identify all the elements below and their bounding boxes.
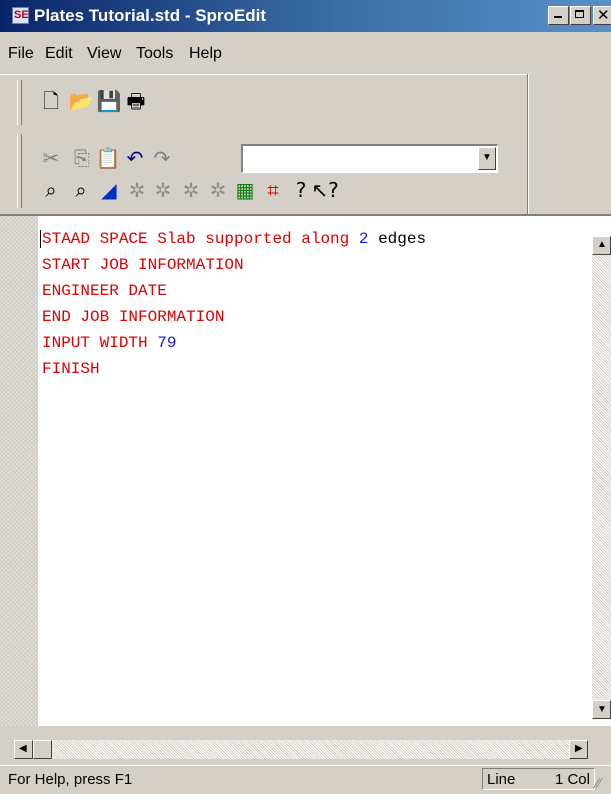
tool-icon-1[interactable]: ✲ [124,176,150,204]
menu-file[interactable]: File [8,44,34,64]
horizontal-scroll-thumb[interactable] [33,740,52,759]
menu-help[interactable]: Help [189,44,222,64]
app-icon[interactable]: SE [12,7,29,24]
app-icon-label: SE [14,9,29,21]
print-icon[interactable]: 🖶 [123,87,149,115]
arrow-up-icon: ▲ [597,239,607,250]
code-token: ENGINEER DATE [42,282,167,300]
save-icon[interactable]: 💾 [96,87,122,115]
code-token: START JOB INFORMATION [42,256,244,274]
tool-icon-3[interactable]: ✲ [178,176,204,204]
code-token: STAAD SPACE Slab supported along [42,230,359,248]
code-line[interactable]: ENGINEER DATE [42,278,426,304]
menu-view[interactable]: View [87,44,121,64]
code-line[interactable]: STAAD SPACE Slab supported along 2 edges [40,226,427,252]
tool-icon-4[interactable]: ✲ [205,176,231,204]
code-line[interactable]: END JOB INFORMATION [42,304,426,330]
window-title: Plates Tutorial.std - SproEdit [34,6,267,25]
code-token: INPUT WIDTH [42,334,158,352]
close-button[interactable]: ✕ [593,6,611,25]
code-line[interactable]: FINISH [42,356,426,382]
redo-icon[interactable]: ↷ [149,144,175,172]
scroll-right-button[interactable]: ▶ [569,740,588,759]
cut-icon[interactable]: ✂ [38,144,64,172]
resize-grip-icon[interactable]: ⁄⁄ [596,775,601,791]
paste-icon[interactable]: 📋 [95,144,121,172]
scroll-down-button[interactable]: ▼ [592,700,611,719]
grid-icon[interactable]: ⌗ [260,176,286,204]
menu-edit[interactable]: Edit [45,44,73,64]
arrow-right-icon: ▶ [575,743,583,754]
code-token: 79 [157,334,177,352]
undo-icon[interactable]: ↶ [122,144,148,172]
minimize-icon [554,16,562,18]
scroll-left-button[interactable]: ◀ [14,740,33,759]
arrow-down-icon: ▼ [597,704,607,715]
find-next-icon[interactable]: ⌕ [68,176,94,204]
status-col-label: 1 Col [554,771,590,788]
vertical-scroll-track[interactable] [592,247,611,700]
toolbar-grip[interactable] [17,134,22,208]
toolbar-grip[interactable] [17,80,22,125]
combo-dropdown-button[interactable]: ▼ [478,147,496,170]
toolbar-empty-area [527,74,611,214]
calculator-icon[interactable]: ▦ [232,176,258,204]
horizontal-scroll-track[interactable] [52,740,588,759]
copy-icon[interactable]: ⎘ [69,144,95,172]
code-line[interactable]: START JOB INFORMATION [42,252,426,278]
scroll-up-button[interactable]: ▲ [592,236,611,255]
status-line-label: Line [487,771,516,788]
menu-tools[interactable]: Tools [136,44,173,64]
open-folder-icon[interactable]: 📂 [68,87,94,115]
find-combo-box[interactable]: ▼ [241,144,498,173]
tool-icon-2[interactable]: ✲ [150,176,176,204]
bookmark-icon[interactable]: ◢ [96,176,122,204]
chevron-down-icon: ▼ [482,152,492,163]
editor-gutter[interactable] [0,216,38,726]
find-icon[interactable]: ⌕ [38,176,64,204]
maximize-button[interactable] [570,6,591,25]
code-content[interactable]: STAAD SPACE Slab supported along 2 edges… [40,226,427,382]
code-token: edges [368,230,427,248]
new-file-icon[interactable]: 🗋 [38,87,64,115]
close-icon: ✕ [597,6,610,24]
status-help-text: For Help, press F1 [8,771,133,788]
code-token: FINISH [42,360,100,378]
code-line[interactable]: INPUT WIDTH 79 [42,330,426,356]
maximize-icon [575,10,584,18]
minimize-button[interactable] [548,6,569,25]
status-position-pane: Line 1 Col [482,768,595,790]
arrow-left-icon: ◀ [19,743,27,754]
context-help-icon[interactable]: ↖? [311,176,338,204]
help-icon[interactable]: ? [288,176,314,204]
code-token: END JOB INFORMATION [42,308,225,326]
text-caret [40,230,41,248]
